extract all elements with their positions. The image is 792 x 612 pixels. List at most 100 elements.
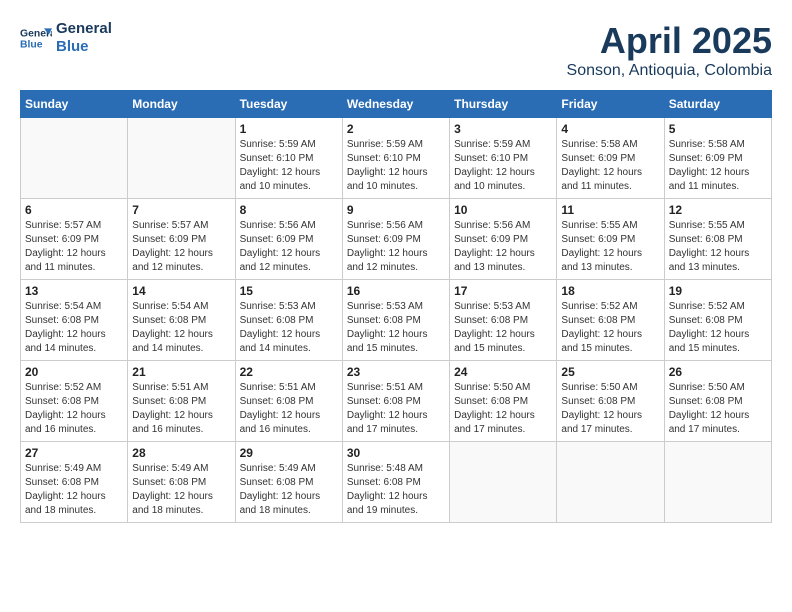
weekday-header-row: SundayMondayTuesdayWednesdayThursdayFrid… bbox=[21, 91, 772, 118]
day-number: 15 bbox=[240, 284, 338, 298]
day-number: 17 bbox=[454, 284, 552, 298]
day-number: 29 bbox=[240, 446, 338, 460]
day-info: Sunrise: 5:50 AM Sunset: 6:08 PM Dayligh… bbox=[454, 381, 552, 437]
weekday-header-saturday: Saturday bbox=[664, 91, 771, 118]
day-number: 9 bbox=[347, 203, 445, 217]
weekday-header-tuesday: Tuesday bbox=[235, 91, 342, 118]
calendar-cell: 12 Sunrise: 5:55 AM Sunset: 6:08 PM Dayli… bbox=[664, 199, 771, 280]
day-number: 25 bbox=[561, 365, 659, 379]
day-number: 14 bbox=[132, 284, 230, 298]
day-info: Sunrise: 5:59 AM Sunset: 6:10 PM Dayligh… bbox=[240, 138, 338, 194]
calendar-cell: 16 Sunrise: 5:53 AM Sunset: 6:08 PM Dayli… bbox=[342, 280, 449, 361]
day-info: Sunrise: 5:52 AM Sunset: 6:08 PM Dayligh… bbox=[669, 300, 767, 356]
calendar-cell: 14 Sunrise: 5:54 AM Sunset: 6:08 PM Dayli… bbox=[128, 280, 235, 361]
calendar-cell bbox=[557, 442, 664, 523]
day-info: Sunrise: 5:59 AM Sunset: 6:10 PM Dayligh… bbox=[347, 138, 445, 194]
day-number: 21 bbox=[132, 365, 230, 379]
day-number: 26 bbox=[669, 365, 767, 379]
svg-text:Blue: Blue bbox=[20, 40, 43, 51]
day-info: Sunrise: 5:54 AM Sunset: 6:08 PM Dayligh… bbox=[25, 300, 123, 356]
day-info: Sunrise: 5:52 AM Sunset: 6:08 PM Dayligh… bbox=[25, 381, 123, 437]
location: Sonson, Antioquia, Colombia bbox=[567, 62, 772, 80]
calendar-cell: 19 Sunrise: 5:52 AM Sunset: 6:08 PM Dayli… bbox=[664, 280, 771, 361]
day-info: Sunrise: 5:57 AM Sunset: 6:09 PM Dayligh… bbox=[132, 219, 230, 275]
day-number: 2 bbox=[347, 122, 445, 136]
day-info: Sunrise: 5:51 AM Sunset: 6:08 PM Dayligh… bbox=[347, 381, 445, 437]
day-number: 10 bbox=[454, 203, 552, 217]
day-info: Sunrise: 5:51 AM Sunset: 6:08 PM Dayligh… bbox=[240, 381, 338, 437]
day-info: Sunrise: 5:49 AM Sunset: 6:08 PM Dayligh… bbox=[25, 462, 123, 518]
calendar-cell: 4Sunrise: 5:58 AM Sunset: 6:09 PM Daylig… bbox=[557, 118, 664, 199]
logo-icon: General Blue bbox=[20, 22, 52, 54]
day-info: Sunrise: 5:56 AM Sunset: 6:09 PM Dayligh… bbox=[240, 219, 338, 275]
calendar-cell: 22 Sunrise: 5:51 AM Sunset: 6:08 PM Dayli… bbox=[235, 361, 342, 442]
day-info: Sunrise: 5:55 AM Sunset: 6:08 PM Dayligh… bbox=[669, 219, 767, 275]
calendar-cell: 28 Sunrise: 5:49 AM Sunset: 6:08 PM Dayli… bbox=[128, 442, 235, 523]
month-year: April 2025 bbox=[567, 20, 772, 62]
day-info: Sunrise: 5:59 AM Sunset: 6:10 PM Dayligh… bbox=[454, 138, 552, 194]
calendar-table: SundayMondayTuesdayWednesdayThursdayFrid… bbox=[20, 90, 772, 523]
day-info: Sunrise: 5:54 AM Sunset: 6:08 PM Dayligh… bbox=[132, 300, 230, 356]
calendar-cell: 23 Sunrise: 5:51 AM Sunset: 6:08 PM Dayli… bbox=[342, 361, 449, 442]
logo-blue: Blue bbox=[56, 38, 112, 56]
calendar-cell: 1 Sunrise: 5:59 AM Sunset: 6:10 PM Daylig… bbox=[235, 118, 342, 199]
day-number: 13 bbox=[25, 284, 123, 298]
calendar-cell: 2 Sunrise: 5:59 AM Sunset: 6:10 PM Daylig… bbox=[342, 118, 449, 199]
day-number: 12 bbox=[669, 203, 767, 217]
day-info: Sunrise: 5:49 AM Sunset: 6:08 PM Dayligh… bbox=[240, 462, 338, 518]
day-number: 5 bbox=[669, 122, 767, 136]
day-number: 19 bbox=[669, 284, 767, 298]
day-number: 28 bbox=[132, 446, 230, 460]
calendar-cell bbox=[128, 118, 235, 199]
day-number: 18 bbox=[561, 284, 659, 298]
calendar-cell: 21Sunrise: 5:51 AM Sunset: 6:08 PM Dayli… bbox=[128, 361, 235, 442]
day-number: 23 bbox=[347, 365, 445, 379]
calendar-cell: 24Sunrise: 5:50 AM Sunset: 6:08 PM Dayli… bbox=[450, 361, 557, 442]
calendar-cell: 18Sunrise: 5:52 AM Sunset: 6:08 PM Dayli… bbox=[557, 280, 664, 361]
calendar-cell bbox=[450, 442, 557, 523]
logo: General Blue General Blue bbox=[20, 20, 112, 56]
day-number: 7 bbox=[132, 203, 230, 217]
day-number: 20 bbox=[25, 365, 123, 379]
calendar-cell: 17 Sunrise: 5:53 AM Sunset: 6:08 PM Dayli… bbox=[450, 280, 557, 361]
day-number: 16 bbox=[347, 284, 445, 298]
calendar-cell: 25 Sunrise: 5:50 AM Sunset: 6:08 PM Dayli… bbox=[557, 361, 664, 442]
title-block: April 2025 Sonson, Antioquia, Colombia bbox=[567, 20, 772, 80]
day-info: Sunrise: 5:56 AM Sunset: 6:09 PM Dayligh… bbox=[454, 219, 552, 275]
week-row-2: 6Sunrise: 5:57 AM Sunset: 6:09 PM Daylig… bbox=[21, 199, 772, 280]
calendar-cell: 8 Sunrise: 5:56 AM Sunset: 6:09 PM Daylig… bbox=[235, 199, 342, 280]
day-number: 1 bbox=[240, 122, 338, 136]
weekday-header-friday: Friday bbox=[557, 91, 664, 118]
day-info: Sunrise: 5:53 AM Sunset: 6:08 PM Dayligh… bbox=[454, 300, 552, 356]
day-number: 27 bbox=[25, 446, 123, 460]
calendar-cell: 13 Sunrise: 5:54 AM Sunset: 6:08 PM Dayli… bbox=[21, 280, 128, 361]
day-info: Sunrise: 5:55 AM Sunset: 6:09 PM Dayligh… bbox=[561, 219, 659, 275]
calendar-cell: 3 Sunrise: 5:59 AM Sunset: 6:10 PM Daylig… bbox=[450, 118, 557, 199]
week-row-5: 27 Sunrise: 5:49 AM Sunset: 6:08 PM Dayli… bbox=[21, 442, 772, 523]
calendar-cell: 27 Sunrise: 5:49 AM Sunset: 6:08 PM Dayli… bbox=[21, 442, 128, 523]
weekday-header-sunday: Sunday bbox=[21, 91, 128, 118]
week-row-1: 1 Sunrise: 5:59 AM Sunset: 6:10 PM Daylig… bbox=[21, 118, 772, 199]
logo-general: General bbox=[56, 20, 112, 38]
day-number: 22 bbox=[240, 365, 338, 379]
day-info: Sunrise: 5:57 AM Sunset: 6:09 PM Dayligh… bbox=[25, 219, 123, 275]
calendar-cell: 11 Sunrise: 5:55 AM Sunset: 6:09 PM Dayli… bbox=[557, 199, 664, 280]
day-number: 11 bbox=[561, 203, 659, 217]
day-info: Sunrise: 5:53 AM Sunset: 6:08 PM Dayligh… bbox=[240, 300, 338, 356]
day-number: 3 bbox=[454, 122, 552, 136]
weekday-header-wednesday: Wednesday bbox=[342, 91, 449, 118]
day-info: Sunrise: 5:50 AM Sunset: 6:08 PM Dayligh… bbox=[669, 381, 767, 437]
day-info: Sunrise: 5:48 AM Sunset: 6:08 PM Dayligh… bbox=[347, 462, 445, 518]
calendar-cell: 9 Sunrise: 5:56 AM Sunset: 6:09 PM Daylig… bbox=[342, 199, 449, 280]
day-info: Sunrise: 5:50 AM Sunset: 6:08 PM Dayligh… bbox=[561, 381, 659, 437]
day-info: Sunrise: 5:58 AM Sunset: 6:09 PM Dayligh… bbox=[669, 138, 767, 194]
week-row-4: 20 Sunrise: 5:52 AM Sunset: 6:08 PM Dayli… bbox=[21, 361, 772, 442]
day-number: 8 bbox=[240, 203, 338, 217]
day-info: Sunrise: 5:49 AM Sunset: 6:08 PM Dayligh… bbox=[132, 462, 230, 518]
day-number: 30 bbox=[347, 446, 445, 460]
day-number: 4 bbox=[561, 122, 659, 136]
day-info: Sunrise: 5:56 AM Sunset: 6:09 PM Dayligh… bbox=[347, 219, 445, 275]
day-info: Sunrise: 5:53 AM Sunset: 6:08 PM Dayligh… bbox=[347, 300, 445, 356]
page-header: General Blue General Blue April 2025 Son… bbox=[20, 20, 772, 80]
calendar-cell: 6Sunrise: 5:57 AM Sunset: 6:09 PM Daylig… bbox=[21, 199, 128, 280]
